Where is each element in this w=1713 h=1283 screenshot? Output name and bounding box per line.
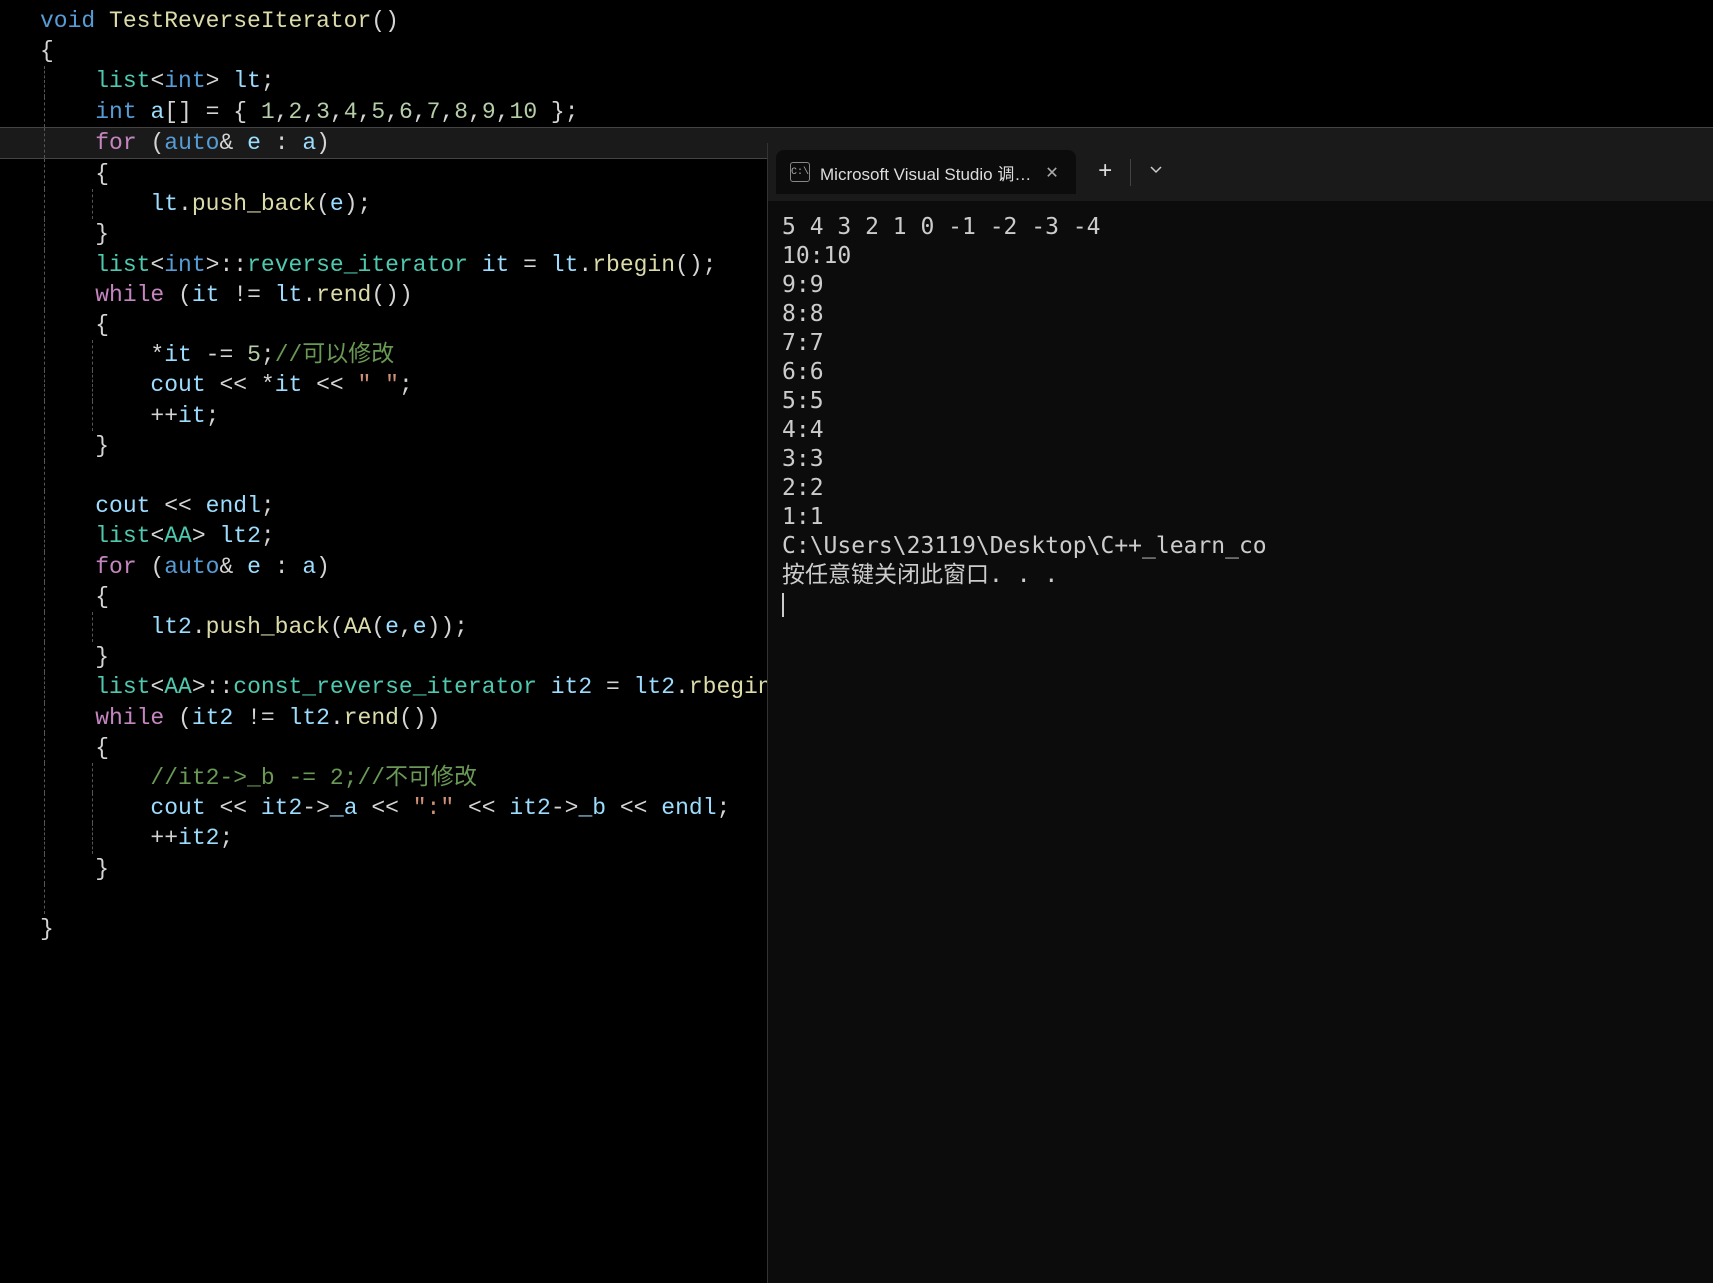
- terminal-window: C:\ Microsoft Visual Studio 调试控 ✕ + 5 4 …: [767, 143, 1713, 1283]
- terminal-tab[interactable]: C:\ Microsoft Visual Studio 调试控 ✕: [776, 150, 1076, 194]
- output-line: 10:10: [782, 242, 1699, 271]
- tab-dropdown-button[interactable]: [1135, 163, 1177, 182]
- terminal-tabbar: C:\ Microsoft Visual Studio 调试控 ✕ +: [768, 143, 1713, 201]
- output-line: 1:1: [782, 503, 1699, 532]
- code-line: {: [0, 36, 1713, 66]
- output-line: 3:3: [782, 445, 1699, 474]
- output-line: 5:5: [782, 387, 1699, 416]
- output-line: 8:8: [782, 300, 1699, 329]
- terminal-cursor: [782, 593, 784, 617]
- terminal-tab-title: Microsoft Visual Studio 调试控: [820, 160, 1032, 185]
- code-line: int a[] = { 1,2,3,4,5,6,7,8,9,10 };: [0, 97, 1713, 127]
- terminal-output[interactable]: 5 4 3 2 1 0 -1 -2 -3 -4 10:10 9:9 8:8 7:…: [768, 201, 1713, 631]
- terminal-icon: C:\: [790, 162, 810, 182]
- output-line: C:\Users\23119\Desktop\C++_learn_co: [782, 532, 1699, 561]
- output-line: 5 4 3 2 1 0 -1 -2 -3 -4: [782, 213, 1699, 242]
- output-line: 6:6: [782, 358, 1699, 387]
- new-tab-button[interactable]: +: [1080, 159, 1131, 186]
- output-line: 4:4: [782, 416, 1699, 445]
- output-line: 2:2: [782, 474, 1699, 503]
- chevron-down-icon: [1149, 163, 1163, 177]
- output-cursor-line: [782, 590, 1699, 619]
- code-line: list<int> lt;: [0, 66, 1713, 96]
- output-line: 9:9: [782, 271, 1699, 300]
- output-line: 7:7: [782, 329, 1699, 358]
- close-icon[interactable]: ✕: [1042, 159, 1062, 185]
- code-line: void TestReverseIterator(): [0, 6, 1713, 36]
- output-line: 按任意键关闭此窗口. . .: [782, 561, 1699, 590]
